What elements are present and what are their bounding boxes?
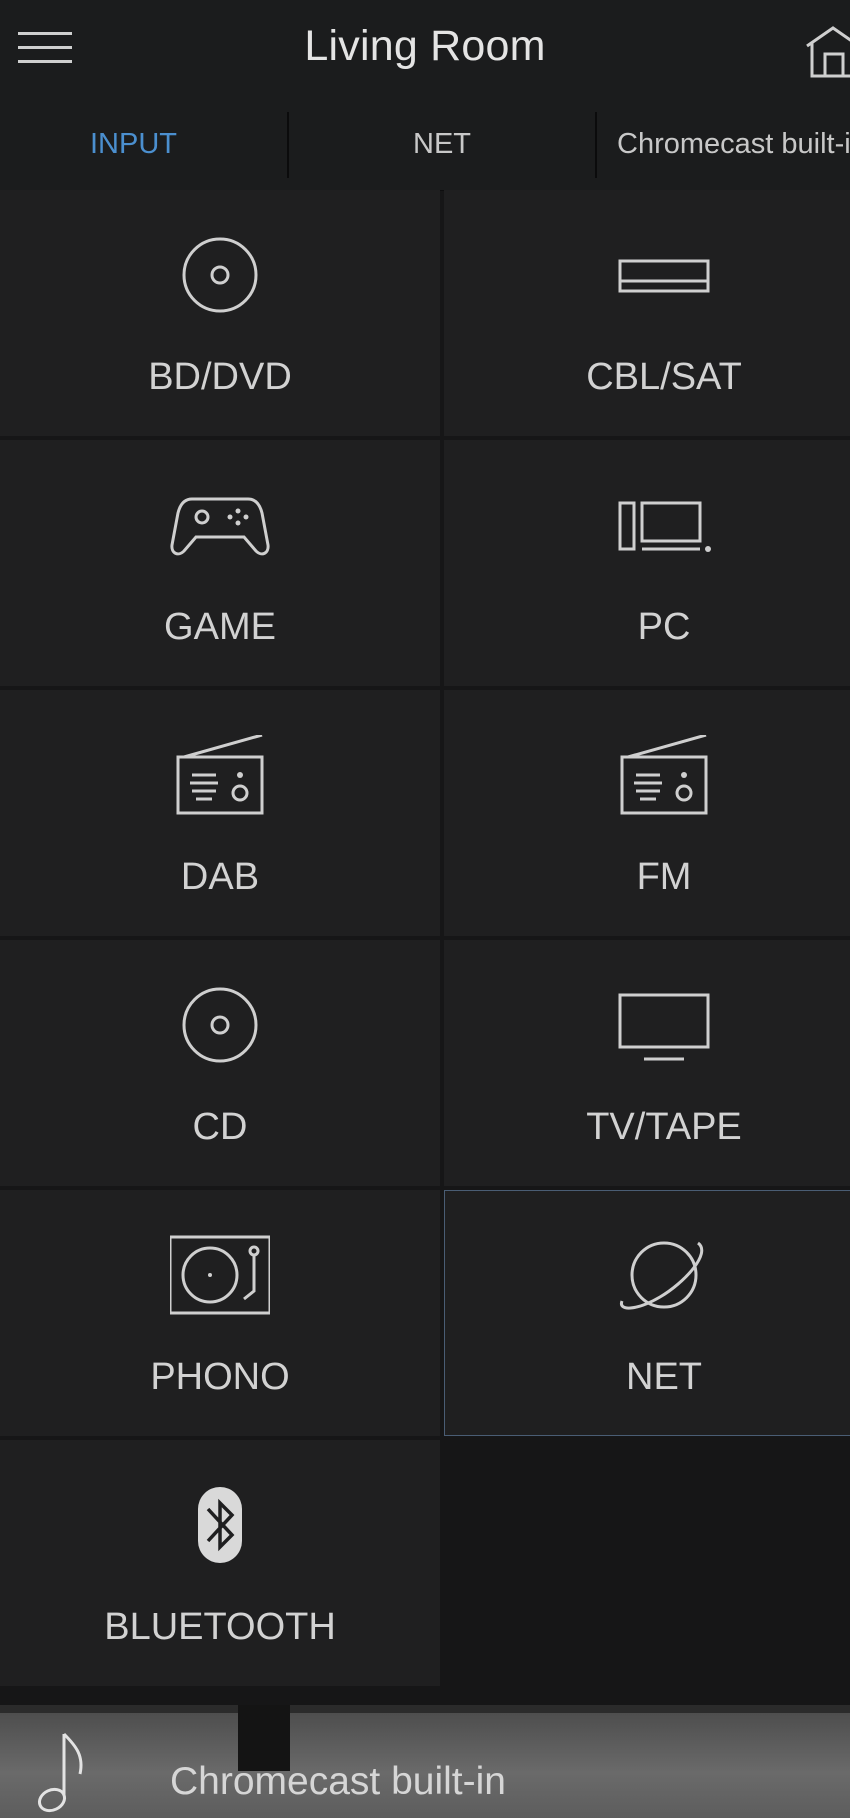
input-tile-bd-dvd[interactable]: BD/DVD: [0, 190, 440, 436]
radio-icon: [620, 735, 708, 815]
tab-net[interactable]: NET: [289, 98, 595, 190]
computer-icon: [618, 501, 711, 552]
input-label: DAB: [180, 856, 260, 898]
input-tile-cbl-sat[interactable]: CBL/SAT: [444, 190, 850, 436]
tab-input[interactable]: INPUT: [0, 98, 267, 190]
input-tile-fm[interactable]: FM: [444, 690, 850, 936]
input-tile-dab[interactable]: DAB: [0, 690, 440, 936]
input-label: FM: [636, 856, 692, 898]
tab-divider: [595, 112, 597, 178]
music-note-icon: [37, 1732, 83, 1813]
tab-chromecast[interactable]: Chromecast built-in: [617, 98, 850, 190]
input-tile-bluetooth[interactable]: BLUETOOTH: [0, 1440, 440, 1686]
input-tile-net[interactable]: NET: [444, 1190, 850, 1436]
app-header: Living Room: [0, 0, 850, 98]
input-tile-cd[interactable]: CD: [0, 940, 440, 1186]
divider: [0, 1705, 850, 1713]
page-title: Living Room: [304, 22, 546, 70]
gamepad-icon: [170, 497, 270, 556]
tv-icon: [618, 993, 710, 1061]
input-label: TV/TAPE: [586, 1106, 742, 1148]
input-label: NET: [626, 1356, 702, 1398]
input-tile-phono[interactable]: PHONO: [0, 1190, 440, 1436]
input-label: BLUETOOTH: [104, 1606, 336, 1648]
input-label: PHONO: [150, 1356, 290, 1398]
input-label: CD: [192, 1106, 248, 1148]
globe-icon: [620, 1241, 704, 1310]
now-playing-source[interactable]: Chromecast built-in: [170, 1760, 506, 1804]
tab-bar: INPUT NET Chromecast built-in: [0, 98, 850, 191]
bluetooth-icon: [198, 1487, 242, 1563]
input-label: GAME: [164, 606, 276, 648]
radio-icon: [176, 735, 264, 815]
turntable-icon: [170, 1235, 270, 1315]
input-tile-tv-tape[interactable]: TV/TAPE: [444, 940, 850, 1186]
home-icon[interactable]: [803, 22, 850, 80]
disc-icon: [182, 987, 258, 1063]
disc-icon: [182, 237, 258, 313]
input-label: CBL/SAT: [586, 356, 742, 398]
set-top-box-icon: [618, 259, 710, 293]
input-label: BD/DVD: [148, 356, 292, 398]
input-tile-pc[interactable]: PC: [444, 440, 850, 686]
input-label: PC: [637, 606, 691, 648]
input-tile-game[interactable]: GAME: [0, 440, 440, 686]
